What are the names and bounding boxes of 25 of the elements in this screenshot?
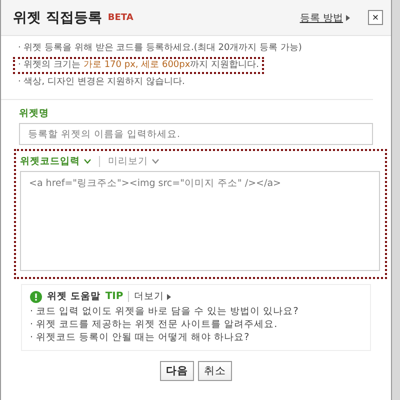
help-link[interactable]: 등록 방법 — [300, 10, 350, 24]
name-field[interactable]: 등록할 위젯의 이름을 입력하세요. — [19, 123, 373, 145]
code-field[interactable]: <a href="링크주소"><img src="이미지 주소" /></a> — [20, 171, 380, 271]
dialog-title: 위젯 직접등록 — [13, 8, 102, 26]
triangle-icon — [346, 14, 350, 20]
caret-icon — [152, 159, 159, 164]
field-label: 위젯명 — [19, 107, 50, 120]
alert-icon — [30, 290, 42, 302]
info-note: · 색상, 디자인 변경은 지원하지 않습니다. — [17, 76, 186, 89]
beta-label: BETA — [108, 12, 134, 22]
next-button[interactable]: 다음 — [160, 361, 194, 381]
cancel-button[interactable]: 취소 — [198, 361, 232, 381]
tip-link[interactable]: · 코드 입력 없이도 위젯을 바로 담을 수 있는 방법이 있나요? — [30, 306, 362, 318]
info-note: · 위젯 등록을 위해 받은 코드를 등록하세요.(최대 20개까지 등록 가능) — [17, 42, 303, 55]
triangle-icon — [167, 294, 172, 300]
more-link[interactable]: 더보기 — [134, 290, 172, 303]
tip-link[interactable]: · 위젯 코드를 제공하는 위젯 전문 사이트를 알려주세요. — [30, 319, 362, 331]
tip-link[interactable]: · 위젯코드 등록이 안될 때는 어떻게 해야 하나요? — [30, 332, 362, 344]
tip-label: TIP — [105, 291, 124, 302]
caret-icon — [84, 159, 91, 164]
highlighted-note: · 위젯의 크기는 가로 170 px, 세로 600px까지 지원합니다. — [13, 57, 264, 74]
tab[interactable]: 미리보기 — [108, 155, 159, 168]
close-button[interactable]: × — [368, 10, 383, 25]
tip-title: 위젯 도움말 — [47, 290, 100, 303]
tab[interactable]: 위젯코드입력 — [20, 155, 91, 168]
